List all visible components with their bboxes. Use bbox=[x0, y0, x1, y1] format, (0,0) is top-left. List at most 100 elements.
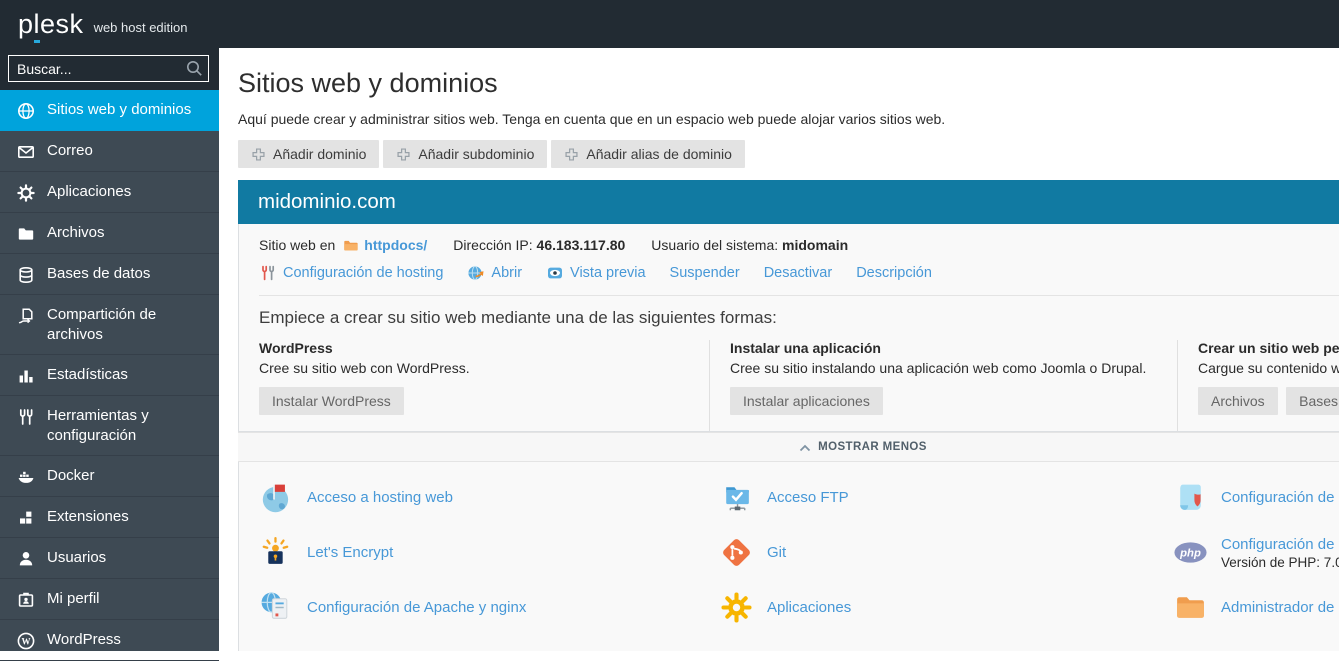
extensions-icon bbox=[16, 508, 36, 528]
system-user-label: Usuario del sistema: bbox=[651, 237, 778, 253]
mail-icon bbox=[16, 142, 36, 162]
lets-encrypt-lock-icon bbox=[259, 535, 294, 570]
open-site-link[interactable]: Abrir bbox=[467, 264, 522, 282]
plus-icon bbox=[251, 147, 266, 162]
sidebar-item-label: Correo bbox=[47, 141, 93, 161]
site-label: Sitio web en bbox=[259, 237, 335, 253]
feature-estadisticas-web-ssl-tls[interactable]: Estadísticas web SSL/TLS bbox=[719, 635, 1173, 651]
show-less-toggle[interactable]: MOSTRAR MENOS bbox=[238, 432, 1339, 462]
ssl-stats-icon bbox=[719, 645, 754, 651]
option-install-app: Instalar una aplicación Cree su sitio in… bbox=[709, 340, 1177, 431]
wordpress-icon: W bbox=[16, 631, 36, 651]
user-icon bbox=[16, 549, 36, 569]
add-subdomain-button[interactable]: Añadir subdominio bbox=[383, 140, 547, 168]
globe-icon bbox=[16, 101, 36, 121]
feature-configuracion-de-hosting[interactable]: Configuración de hosting bbox=[1173, 470, 1339, 525]
sidebar-item-label: Extensiones bbox=[47, 507, 129, 527]
install-applications-button[interactable]: Instalar aplicaciones bbox=[730, 387, 883, 415]
preview-eye-icon bbox=[546, 264, 564, 282]
sidebar-item-label: Archivos bbox=[47, 223, 105, 243]
sidebar-item-usuarios[interactable]: Usuarios bbox=[0, 538, 219, 579]
domain-name: midominio.com bbox=[258, 190, 396, 214]
option-wordpress: WordPress Cree su sitio web con WordPres… bbox=[259, 340, 709, 431]
sidebar-item-comparticion-de-archivos[interactable]: Compartición de archivos bbox=[0, 295, 219, 355]
sidebar-item-archivos[interactable]: Archivos bbox=[0, 213, 219, 254]
suspend-link[interactable]: Suspender bbox=[670, 265, 740, 281]
page-title: Sitios web y dominios bbox=[238, 68, 1339, 99]
domain-panel: midominio.com Sitio web en httpdocs/ Dir… bbox=[238, 180, 1339, 651]
search-box bbox=[0, 48, 219, 90]
search-input[interactable] bbox=[8, 55, 209, 82]
add-domain-button[interactable]: Añadir dominio bbox=[238, 140, 379, 168]
domain-panel-header: midominio.com bbox=[238, 180, 1339, 224]
feature-administrador-de-archivos[interactable]: Administrador de archivos bbox=[1173, 580, 1339, 635]
ip-value: 46.183.117.80 bbox=[537, 237, 626, 253]
add-domain-alias-button[interactable]: Añadir alias de dominio bbox=[551, 140, 745, 168]
sidebar-item-extensiones[interactable]: Extensiones bbox=[0, 497, 219, 538]
getting-started-heading: Empiece a crear su sitio web mediante un… bbox=[259, 308, 1339, 328]
git-icon bbox=[719, 535, 754, 570]
feature-configuracion-dns[interactable]: Configuración DNS bbox=[1173, 635, 1339, 651]
databases-button[interactable]: Bases de datos bbox=[1286, 387, 1339, 415]
sidebar-item-aplicaciones[interactable]: Aplicaciones bbox=[0, 172, 219, 213]
feature-git[interactable]: Git bbox=[719, 525, 1173, 580]
applications-gear-icon bbox=[719, 590, 754, 625]
sidebar-item-label: Docker bbox=[47, 466, 95, 486]
file-manager-icon bbox=[1173, 590, 1208, 625]
ip-label: Dirección IP: bbox=[453, 237, 532, 253]
folder-icon bbox=[342, 237, 359, 253]
hosting-tools-icon bbox=[259, 264, 277, 282]
sidebar-item-mi-perfil[interactable]: Mi perfil bbox=[0, 579, 219, 620]
search-icon bbox=[185, 59, 203, 77]
bar-chart-icon bbox=[16, 366, 36, 386]
page-description: Aquí puede crear y administrar sitios we… bbox=[238, 111, 1339, 127]
sidebar-item-wordpress[interactable]: W WordPress bbox=[0, 620, 219, 661]
features-grid: Acceso a hosting web Acceso FTP Configur… bbox=[259, 462, 1339, 651]
domain-toolbar: Añadir dominio Añadir subdominio Añadir … bbox=[238, 140, 1339, 168]
files-button[interactable]: Archivos bbox=[1198, 387, 1278, 415]
sidebar-item-correo[interactable]: Correo bbox=[0, 131, 219, 172]
feature-lets-encrypt[interactable]: Let's Encrypt bbox=[259, 525, 719, 580]
deactivate-link[interactable]: Desactivar bbox=[764, 265, 833, 281]
gear-icon bbox=[16, 183, 36, 203]
feature-configuracion-de-php[interactable]: php Configuración de PHP Versión de PHP:… bbox=[1173, 525, 1339, 580]
feature-configuracion-apache-nginx[interactable]: Configuración de Apache y nginx bbox=[259, 580, 719, 635]
docker-icon bbox=[16, 467, 36, 487]
option-custom-site: Crear un sitio web personalizado Cargue … bbox=[1177, 340, 1339, 431]
chevron-up-icon bbox=[799, 444, 811, 452]
domain-info-row: Sitio web en httpdocs/ Dirección IP: 46.… bbox=[259, 224, 1339, 253]
sidebar-item-label: Usuarios bbox=[47, 548, 106, 568]
feature-estadisticas-web[interactable]: Estadísticas web bbox=[259, 635, 719, 651]
feature-acceso-ftp[interactable]: Acceso FTP bbox=[719, 470, 1173, 525]
sidebar-item-label: Sitios web y dominios bbox=[47, 100, 191, 120]
plus-icon bbox=[396, 147, 411, 162]
open-site-icon bbox=[467, 264, 485, 282]
php-version-label: Versión de PHP: 7.0.3 bbox=[1221, 555, 1339, 570]
dns-icon bbox=[1173, 645, 1208, 651]
description-link[interactable]: Descripción bbox=[856, 265, 932, 281]
web-stats-icon bbox=[259, 645, 294, 651]
feature-aplicaciones[interactable]: Aplicaciones bbox=[719, 580, 1173, 635]
apache-nginx-icon bbox=[259, 590, 294, 625]
php-icon: php bbox=[1173, 535, 1208, 570]
httpdocs-link[interactable]: httpdocs/ bbox=[364, 237, 427, 253]
sidebar-item-label: Bases de datos bbox=[47, 264, 150, 284]
install-wordpress-button[interactable]: Instalar WordPress bbox=[259, 387, 404, 415]
domain-actions-row: Configuración de hosting Abrir Vista pre… bbox=[259, 264, 1339, 282]
sidebar-item-herramientas-y-configuracion[interactable]: Herramientas y configuración bbox=[0, 396, 219, 456]
sidebar-item-bases-de-datos[interactable]: Bases de datos bbox=[0, 254, 219, 295]
edition-label: web host edition bbox=[94, 20, 188, 35]
svg-text:php: php bbox=[1179, 547, 1201, 559]
preview-link[interactable]: Vista previa bbox=[546, 264, 646, 282]
domain-panel-body: Sitio web en httpdocs/ Dirección IP: 46.… bbox=[238, 224, 1339, 432]
sidebar-item-label: Mi perfil bbox=[47, 589, 100, 609]
main-content: Sitios web y dominios Aquí puede crear y… bbox=[219, 48, 1339, 651]
hosting-settings-link[interactable]: Configuración de hosting bbox=[259, 264, 443, 282]
sidebar-item-label: Estadísticas bbox=[47, 365, 128, 385]
sidebar-item-sitios-web-y-dominios[interactable]: Sitios web y dominios bbox=[0, 90, 219, 131]
globe-flag-icon bbox=[259, 480, 294, 515]
sidebar-item-docker[interactable]: Docker bbox=[0, 456, 219, 497]
sidebar-item-estadisticas[interactable]: Estadísticas bbox=[0, 355, 219, 396]
feature-acceso-a-hosting-web[interactable]: Acceso a hosting web bbox=[259, 470, 719, 525]
top-bar: plesk web host edition bbox=[0, 0, 1339, 48]
